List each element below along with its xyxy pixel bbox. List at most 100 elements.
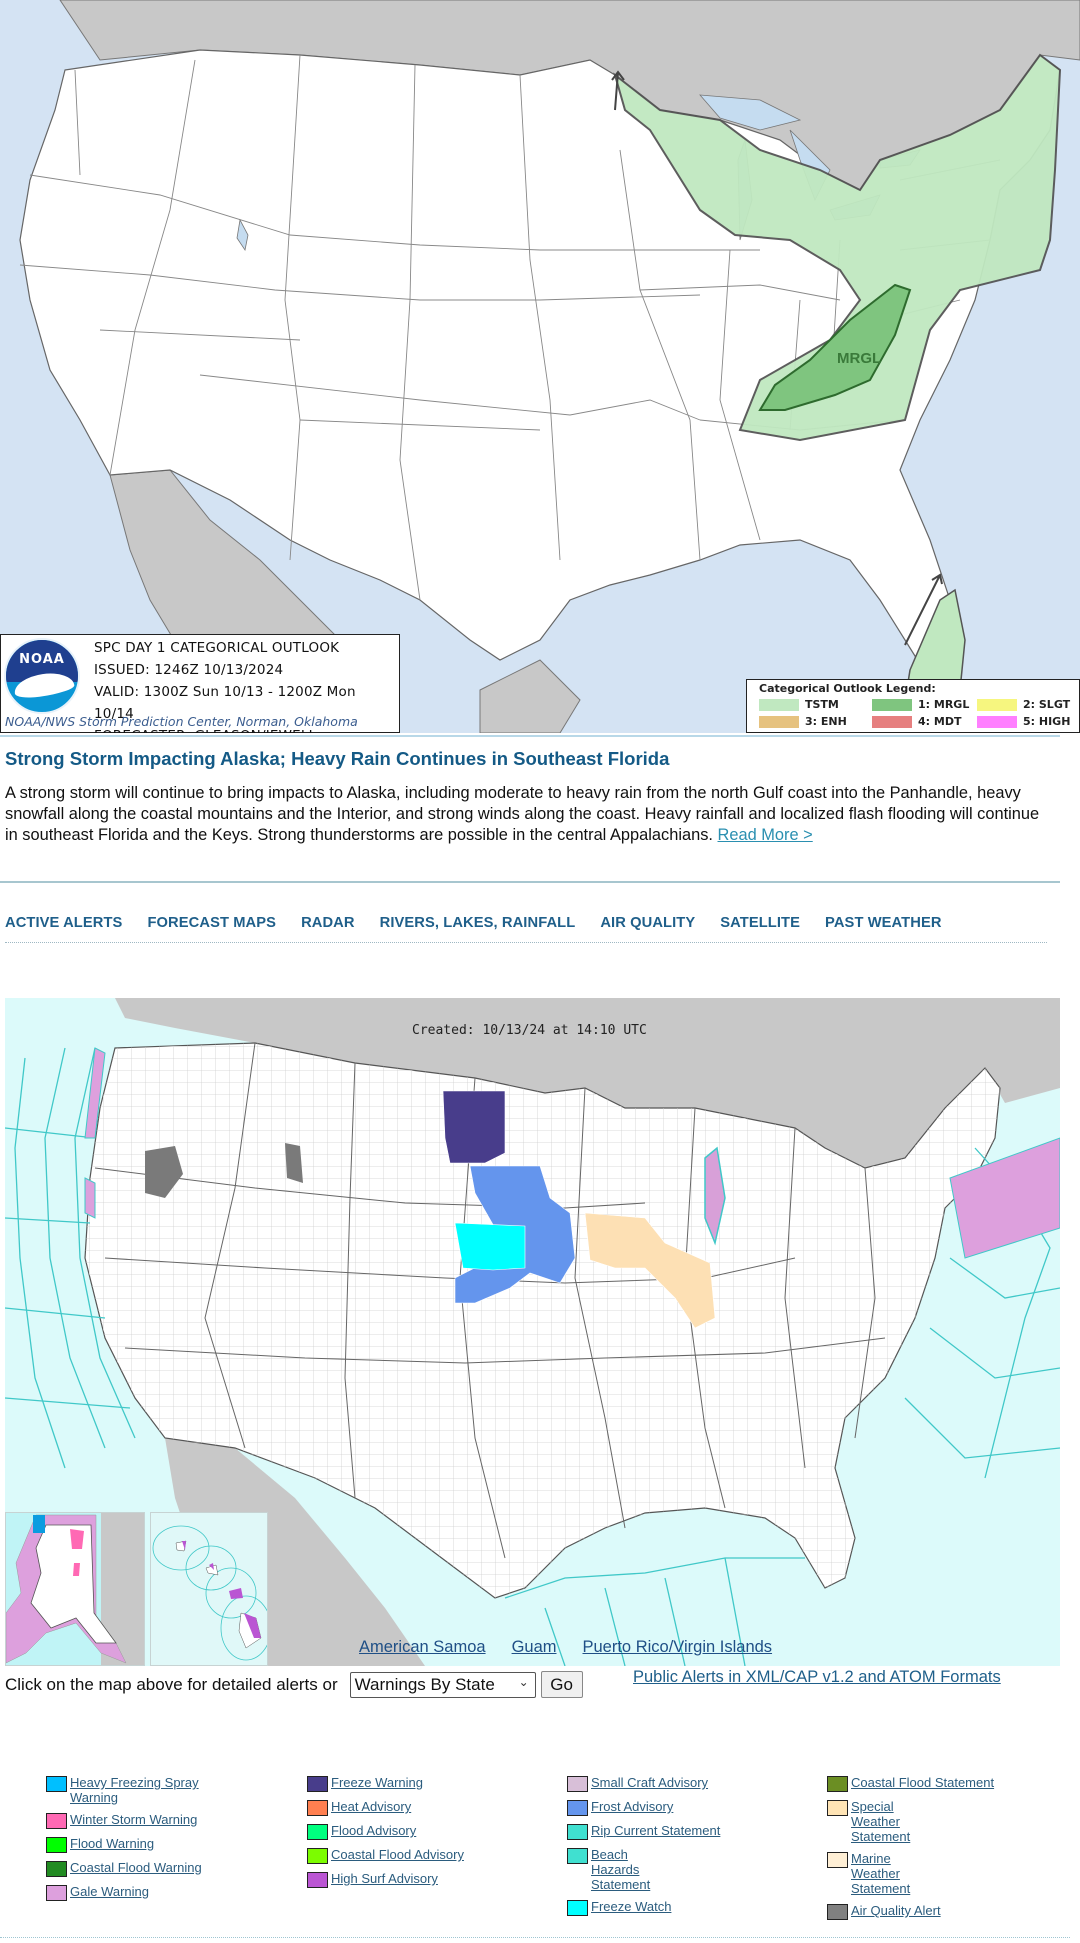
legend-item: Small Craft Advisory	[567, 1775, 767, 1792]
warnings-select[interactable]: Warnings By State ⌄	[349, 1671, 536, 1698]
freeze-watch-area	[454, 1222, 526, 1271]
freeze-warning-area	[442, 1090, 506, 1164]
legend-link[interactable]: Frost Advisory	[591, 1799, 673, 1814]
legend-column: Freeze Warning Heat Advisory Flood Advis…	[307, 1775, 507, 1895]
legend-column: Coastal Flood Statement Special Weather …	[827, 1775, 1027, 1927]
legend-item-tstm: TSTM	[759, 698, 839, 711]
legend-link[interactable]: Coastal Flood Warning	[70, 1860, 202, 1875]
nav-satellite[interactable]: SATELLITE	[720, 915, 800, 931]
color-swatch	[307, 1776, 328, 1792]
controls-label: Click on the map above for detailed aler…	[5, 1674, 338, 1694]
outlook-legend: Categorical Outlook Legend: TSTM 1: MRGL…	[746, 679, 1080, 733]
legend-item: Air Quality Alert	[827, 1903, 1027, 1920]
link-american-samoa[interactable]: American Samoa	[359, 1638, 486, 1657]
legend-item: Flood Advisory	[307, 1823, 507, 1840]
xml-cap-atom-link[interactable]: Public Alerts in XML/CAP v1.2 and ATOM F…	[633, 1668, 1001, 1687]
legend-link[interactable]: Flood Warning	[70, 1836, 154, 1851]
legend-link[interactable]: Coastal Flood Advisory	[331, 1847, 464, 1862]
territory-links: American Samoa Guam Puerto Rico/Virgin I…	[359, 1638, 772, 1657]
color-swatch	[307, 1824, 328, 1840]
legend-item-enh: 3: ENH	[759, 715, 847, 728]
divider	[0, 735, 1060, 737]
legend-link[interactable]: Marine Weather Statement	[851, 1851, 932, 1896]
spc-info-box: NOAA SPC DAY 1 CATEGORICAL OUTLOOK ISSUE…	[0, 634, 400, 733]
alerts-map[interactable]: Created: 10/13/24 at 14:10 UTC American …	[5, 998, 1060, 1666]
main-nav: ACTIVE ALERTS FORECAST MAPS RADAR RIVERS…	[5, 915, 967, 931]
legend-link[interactable]: Small Craft Advisory	[591, 1775, 708, 1790]
mrgl-map-label: MRGL	[837, 350, 882, 367]
legend-link[interactable]: Freeze Warning	[331, 1775, 423, 1790]
warnings-select-value: Warnings By State	[354, 1674, 495, 1694]
nav-radar[interactable]: RADAR	[301, 915, 355, 931]
legend-item: Beach Hazards Statement	[567, 1847, 677, 1892]
color-swatch	[567, 1824, 588, 1840]
headline-title[interactable]: Strong Storm Impacting Alaska; Heavy Rai…	[5, 748, 669, 770]
legend-item-slgt: 2: SLGT	[977, 698, 1070, 711]
alert-controls: Click on the map above for detailed aler…	[5, 1671, 583, 1698]
legend-link[interactable]: Flood Advisory	[331, 1823, 416, 1838]
legend-link[interactable]: Coastal Flood Statement	[851, 1775, 994, 1790]
legend-link[interactable]: High Surf Advisory	[331, 1871, 438, 1886]
legend-item: Heat Advisory	[307, 1799, 507, 1816]
outlook-issued: ISSUED: 1246Z 10/13/2024	[94, 662, 284, 678]
go-button[interactable]: Go	[540, 1671, 583, 1698]
color-swatch	[567, 1776, 588, 1792]
chevron-down-icon: ⌄	[518, 1674, 529, 1689]
legend-item: Winter Storm Warning	[46, 1812, 246, 1829]
noaa-logo: NOAA	[4, 638, 80, 714]
legend-link[interactable]: Winter Storm Warning	[70, 1812, 197, 1827]
color-swatch	[567, 1900, 588, 1916]
color-swatch	[307, 1800, 328, 1816]
legend-item: High Surf Advisory	[307, 1871, 507, 1888]
spc-credit: NOAA/NWS Storm Prediction Center, Norman…	[5, 714, 358, 729]
hawaii-inset-map[interactable]	[150, 1512, 268, 1666]
legend-item-high: 5: HIGH	[977, 715, 1070, 728]
legend-link[interactable]: Gale Warning	[70, 1884, 149, 1899]
legend-link[interactable]: Heavy Freezing Spray Warning	[70, 1775, 246, 1805]
legend-column: Heavy Freezing Spray Warning Winter Stor…	[46, 1775, 246, 1908]
headline-summary: A strong storm will continue to bring im…	[5, 783, 1055, 846]
divider	[5, 942, 1047, 943]
legend-swatch	[872, 698, 912, 711]
legend-item: Special Weather Statement	[827, 1799, 932, 1844]
link-guam[interactable]: Guam	[512, 1638, 557, 1657]
color-swatch	[827, 1852, 848, 1868]
color-swatch	[567, 1800, 588, 1816]
legend-item: Rip Current Statement	[567, 1823, 767, 1840]
divider	[0, 1937, 1070, 1938]
outlook-legend-title: Categorical Outlook Legend:	[759, 682, 936, 695]
legend-item: Flood Warning	[46, 1836, 246, 1853]
nav-air-quality[interactable]: AIR QUALITY	[600, 915, 695, 931]
read-more-link[interactable]: Read More >	[718, 826, 813, 844]
legend-link[interactable]: Beach Hazards Statement	[591, 1847, 677, 1892]
legend-link[interactable]: Heat Advisory	[331, 1799, 411, 1814]
created-timestamp: Created: 10/13/24 at 14:10 UTC	[412, 1023, 647, 1038]
nav-active-alerts[interactable]: ACTIVE ALERTS	[5, 915, 122, 931]
legend-link[interactable]: Air Quality Alert	[851, 1903, 941, 1918]
link-puerto-rico-virgin-islands[interactable]: Puerto Rico/Virgin Islands	[583, 1638, 773, 1657]
legend-item-mrgl: 1: MRGL	[872, 698, 969, 711]
color-swatch	[46, 1861, 67, 1877]
legend-swatch	[977, 698, 1017, 711]
color-swatch	[46, 1837, 67, 1853]
color-swatch	[827, 1776, 848, 1792]
legend-item: Freeze Warning	[307, 1775, 507, 1792]
nav-forecast-maps[interactable]: FORECAST MAPS	[147, 915, 276, 931]
legend-item: Gale Warning	[46, 1884, 246, 1901]
color-swatch	[827, 1800, 848, 1816]
legend-link[interactable]: Special Weather Statement	[851, 1799, 932, 1844]
color-swatch	[46, 1776, 67, 1792]
nav-past-weather[interactable]: PAST WEATHER	[825, 915, 942, 931]
alaska-inset-map[interactable]	[5, 1512, 145, 1666]
nav-rivers-lakes-rainfall[interactable]: RIVERS, LAKES, RAINFALL	[380, 915, 576, 931]
spc-outlook-map[interactable]: MRGL NOAA SPC DAY 1 CATEGORICAL OUTLOOK …	[0, 0, 1080, 733]
noaa-logo-text: NOAA	[19, 652, 65, 667]
mexico-land-east	[479, 659, 581, 733]
spc-map-graphic	[19, 0, 1080, 733]
legend-swatch	[872, 715, 912, 728]
legend-link[interactable]: Freeze Watch	[591, 1899, 671, 1914]
legend-link[interactable]: Rip Current Statement	[591, 1823, 720, 1838]
legend-item: Coastal Flood Advisory	[307, 1847, 507, 1864]
legend-item: Marine Weather Statement	[827, 1851, 932, 1896]
legend-item: Coastal Flood Statement	[827, 1775, 1027, 1792]
